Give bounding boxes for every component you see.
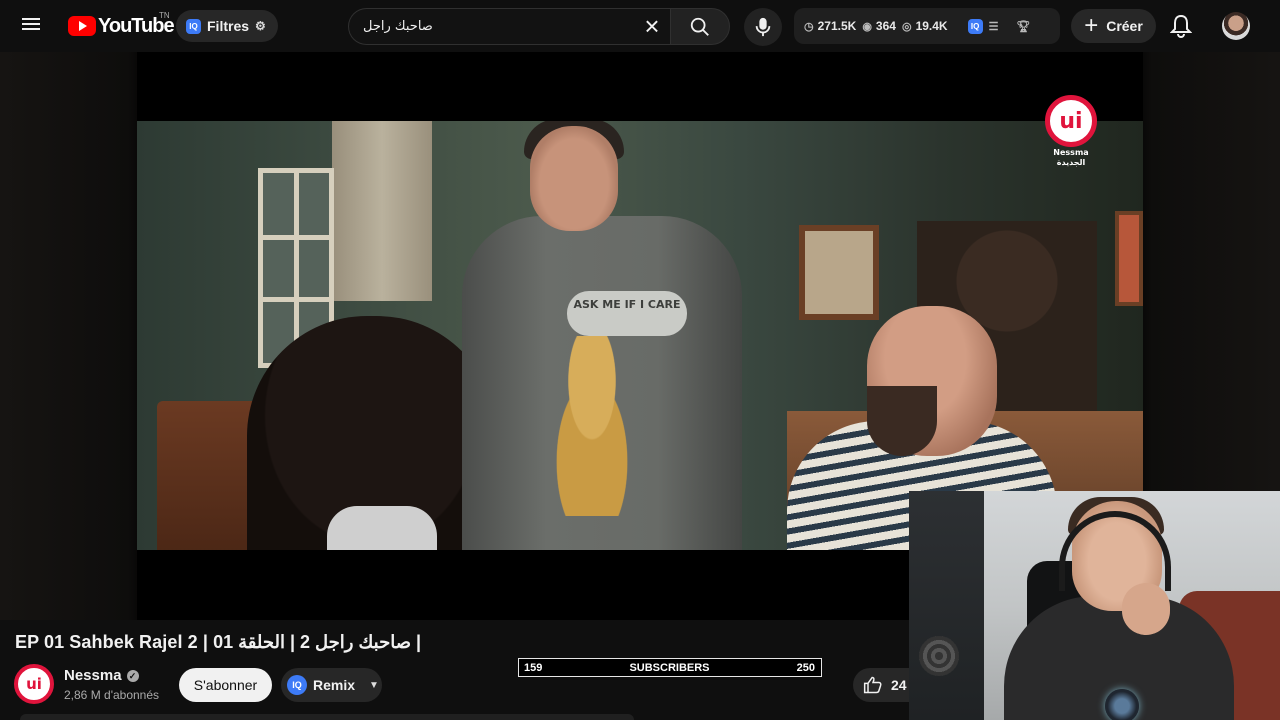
- actor-figure: ASK ME IF I CARE: [462, 121, 742, 550]
- list-icon[interactable]: ☰: [989, 20, 999, 33]
- top-bar: YouTube TN IQ Filtres ⚙ × ◷271.5K ◉364 ◎…: [0, 0, 1280, 52]
- menu-icon[interactable]: [22, 15, 46, 37]
- tune-icon: ⚙: [255, 19, 266, 33]
- video-frame: ASK ME IF I CARE: [137, 121, 1143, 550]
- clear-search-icon[interactable]: ×: [640, 13, 664, 39]
- iq-icon: IQ: [287, 675, 307, 695]
- watermark-arabic: الجديدة: [1056, 158, 1086, 167]
- clock-icon: ◷: [804, 20, 814, 33]
- views-count: 271.5K: [817, 19, 857, 33]
- actress-figure: [247, 316, 497, 550]
- search-box: ×: [348, 8, 670, 45]
- channel-avatar[interactable]: ui: [14, 664, 54, 704]
- channel-name-link[interactable]: Nessma ✓: [64, 667, 139, 684]
- goal-label: SUBSCRIBERS: [629, 661, 710, 674]
- likes-count: 19.4K: [915, 19, 948, 33]
- views-stat: ◷ 271.5K: [804, 19, 856, 33]
- create-label: Créer: [1106, 18, 1143, 34]
- thumbs-up-icon: [863, 676, 882, 694]
- goal-start: 159: [524, 661, 543, 674]
- nessma-logo-icon: ui: [1045, 95, 1097, 147]
- tshirt-print: ASK ME IF I CARE: [567, 291, 687, 336]
- streamer-figure: [1004, 497, 1234, 720]
- trophy-icon[interactable]: 🏆︎: [1016, 20, 1030, 33]
- eye-outline-icon: ◎: [901, 20, 912, 33]
- country-code: TN: [159, 11, 170, 20]
- youtube-logo[interactable]: YouTube TN: [68, 11, 175, 38]
- search-input[interactable]: [349, 9, 639, 44]
- webcam-overlay: [909, 491, 1280, 720]
- dartboard: [919, 636, 959, 676]
- chevron-down-icon[interactable]: ▼: [369, 680, 379, 691]
- account-avatar[interactable]: [1222, 12, 1250, 40]
- iq-icon: IQ: [186, 18, 201, 34]
- subscribe-button[interactable]: S'abonner: [179, 668, 272, 702]
- comments-stat: ◉ 364: [862, 19, 896, 33]
- eye-icon: ◉: [862, 20, 872, 33]
- remix-label: Remix: [313, 677, 356, 693]
- comments-count: 364: [875, 19, 896, 33]
- youtube-play-icon: [68, 16, 96, 36]
- microphone-orb: [1105, 689, 1139, 720]
- search-icon: [690, 17, 709, 36]
- video-stats-bar: ◷ 271.5K ◉ 364 ◎ 19.4K IQ ☰ 🏆︎: [794, 8, 1060, 44]
- iq-extension-icon[interactable]: IQ: [967, 18, 983, 34]
- like-button[interactable]: 24: [853, 668, 913, 702]
- watermark-brand: Nessma: [1053, 148, 1089, 157]
- description-box-edge: [20, 714, 634, 720]
- verified-icon: ✓: [126, 669, 139, 682]
- like-count: 24: [891, 677, 907, 693]
- search-button[interactable]: [670, 8, 730, 45]
- video-title: EP 01 Sahbek Rajel 2 | صاحبك راجل 2 | ال…: [15, 632, 422, 652]
- create-button[interactable]: + Créer: [1071, 9, 1156, 43]
- filters-label: Filtres: [207, 18, 250, 34]
- likes-stat: ◎ 19.4K: [902, 19, 948, 33]
- channel-name: Nessma: [64, 667, 122, 684]
- subscriber-goal-bar: 159 SUBSCRIBERS 250: [518, 658, 822, 677]
- voice-search-button[interactable]: [744, 8, 782, 46]
- plus-icon: +: [1084, 12, 1099, 39]
- goal-target: 250: [796, 661, 815, 674]
- notifications-bell-icon[interactable]: [1169, 14, 1194, 38]
- subscriber-count: 2,86 M d'abonnés: [64, 688, 160, 702]
- filters-button[interactable]: IQ Filtres ⚙: [176, 10, 278, 42]
- channel-watermark: ui Nessma الجديدة: [1043, 95, 1099, 175]
- remix-button[interactable]: IQ Remix ▼: [281, 668, 382, 702]
- microphone-icon: [755, 17, 771, 37]
